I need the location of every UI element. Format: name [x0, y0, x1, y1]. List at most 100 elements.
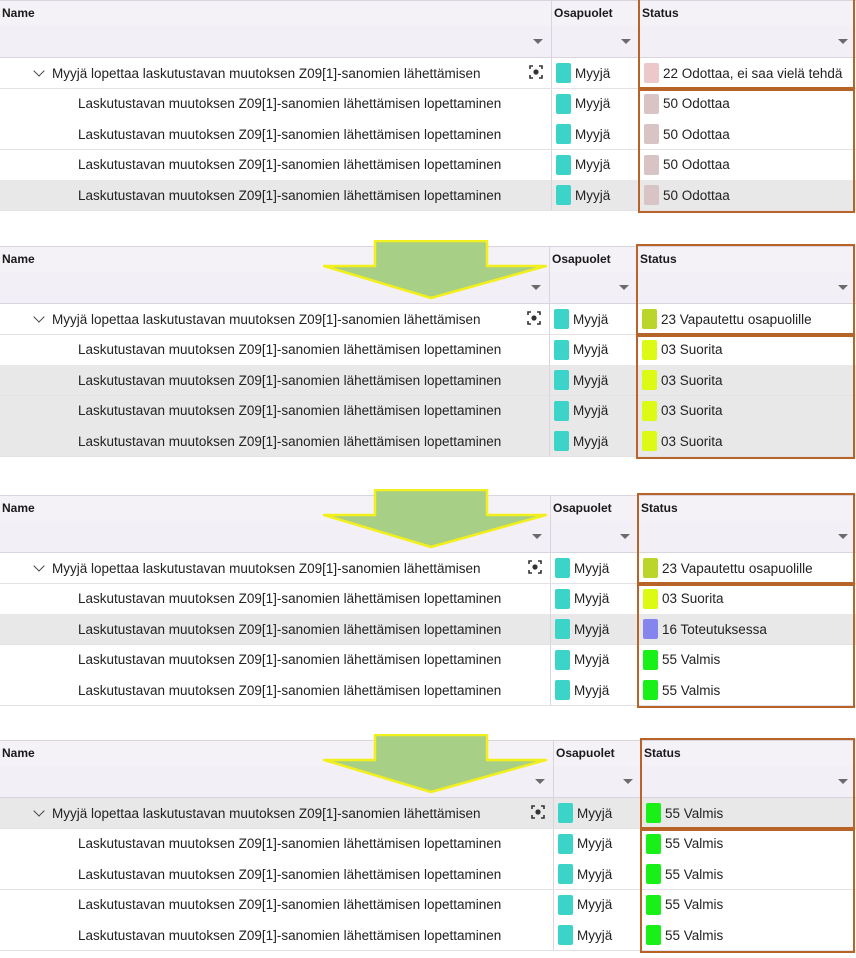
- cell-status: 03 Suorita: [637, 334, 856, 365]
- status-text: 55 Valmis: [665, 866, 724, 882]
- status-color-swatch: [643, 588, 658, 609]
- tree-child-row[interactable]: Laskutustavan muutoksen Z09[1]-sanomien …: [0, 334, 856, 366]
- party-color-swatch: [556, 93, 571, 114]
- cell-parties: Myyjä: [551, 88, 639, 119]
- status-text: 03 Suorita: [662, 591, 724, 606]
- party-color-swatch: [554, 400, 569, 421]
- cell-status: 50 Odottaa: [639, 180, 856, 210]
- chevron-down-icon[interactable]: [33, 64, 45, 77]
- chevron-down-icon[interactable]: [33, 804, 45, 817]
- filter-parties-dropdown[interactable]: [549, 272, 637, 303]
- status-color-swatch: [644, 124, 659, 144]
- tree-parent-row[interactable]: Myyjä lopettaa laskutustavan muutoksen Z…: [0, 553, 856, 584]
- column-header-parties[interactable]: Osapuolet: [550, 496, 638, 522]
- status-color-swatch: [644, 63, 659, 83]
- status-text: 55 Valmis: [665, 897, 724, 912]
- row-name-text: Myyjä lopettaa laskutustavan muutoksen Z…: [52, 311, 481, 327]
- focus-icon[interactable]: [531, 805, 545, 819]
- cell-parties: Myyjä: [551, 180, 639, 210]
- filter-name-dropdown[interactable]: [0, 26, 551, 57]
- cell-name: Laskutustavan muutoksen Z09[1]-sanomien …: [0, 150, 551, 180]
- status-color-swatch: [642, 400, 657, 421]
- party-text: Myyjä: [573, 311, 609, 327]
- row-name-text: Laskutustavan muutoksen Z09[1]-sanomien …: [78, 836, 502, 851]
- cell-parties: Myyjä: [553, 828, 641, 859]
- chevron-down-icon: [532, 534, 542, 539]
- column-header-name[interactable]: Name: [0, 741, 553, 767]
- status-color-swatch: [644, 154, 659, 175]
- column-header-status[interactable]: Status: [641, 741, 856, 767]
- row-name-text: Laskutustavan muutoksen Z09[1]-sanomien …: [78, 682, 502, 698]
- tree-child-row[interactable]: Laskutustavan muutoksen Z09[1]-sanomien …: [0, 395, 856, 427]
- status-color-swatch: [643, 619, 658, 639]
- party-text: Myyjä: [574, 591, 610, 606]
- grid-panel-3: Name Osapuolet Status Myyjä lopettaa laskut…: [0, 495, 856, 708]
- party-text: Myyjä: [577, 836, 613, 851]
- tree-child-row[interactable]: Laskutustavan muutoksen Z09[1]-sanomien …: [0, 119, 856, 150]
- column-header-status[interactable]: Status: [637, 247, 856, 273]
- chevron-down-icon[interactable]: [33, 559, 45, 572]
- column-header-parties[interactable]: Osapuolet: [549, 247, 637, 273]
- cell-name: Laskutustavan muutoksen Z09[1]-sanomien …: [0, 645, 550, 675]
- row-name-text: Laskutustavan muutoksen Z09[1]-sanomien …: [78, 897, 502, 912]
- status-color-swatch: [642, 431, 657, 451]
- filter-parties-dropdown[interactable]: [553, 766, 641, 797]
- tree-child-row[interactable]: Laskutustavan muutoksen Z09[1]-sanomien …: [0, 614, 856, 645]
- tree-child-row[interactable]: Laskutustavan muutoksen Z09[1]-sanomien …: [0, 828, 856, 860]
- tree-child-row[interactable]: Laskutustavan muutoksen Z09[1]-sanomien …: [0, 426, 856, 457]
- tree-parent-row[interactable]: Myyjä lopettaa laskutustavan muutoksen Z…: [0, 304, 856, 335]
- party-text: Myyjä: [577, 897, 613, 912]
- tree-child-row[interactable]: Laskutustavan muutoksen Z09[1]-sanomien …: [0, 644, 856, 676]
- row-name-text: Myyjä lopettaa laskutustavan muutoksen Z…: [52, 65, 481, 81]
- column-header-parties[interactable]: Osapuolet: [553, 741, 641, 767]
- tree-child-row[interactable]: Laskutustavan muutoksen Z09[1]-sanomien …: [0, 889, 856, 921]
- cell-name: Laskutustavan muutoksen Z09[1]-sanomien …: [0, 920, 553, 950]
- tree-child-row[interactable]: Laskutustavan muutoksen Z09[1]-sanomien …: [0, 675, 856, 706]
- tree-child-row[interactable]: Laskutustavan muutoksen Z09[1]-sanomien …: [0, 859, 856, 890]
- filter-status-dropdown[interactable]: [641, 766, 856, 797]
- tree-child-row[interactable]: Laskutustavan muutoksen Z09[1]-sanomien …: [0, 583, 856, 615]
- cell-name: Myyjä lopettaa laskutustavan muutoksen Z…: [0, 553, 550, 583]
- party-color-swatch: [556, 63, 571, 83]
- tree-child-row[interactable]: Laskutustavan muutoksen Z09[1]-sanomien …: [0, 365, 856, 396]
- chevron-down-icon: [838, 534, 848, 539]
- filter-name-dropdown[interactable]: [0, 272, 549, 303]
- cell-status: 16 Toteutuksessa: [638, 614, 856, 644]
- column-header-status[interactable]: Status: [638, 496, 856, 522]
- filter-status-dropdown[interactable]: [638, 521, 856, 552]
- tree-parent-row[interactable]: Myyjä lopettaa laskutustavan muutoksen Z…: [0, 798, 856, 829]
- filter-parties-dropdown[interactable]: [551, 26, 639, 57]
- filter-parties-dropdown[interactable]: [550, 521, 638, 552]
- filter-status-dropdown[interactable]: [639, 26, 856, 57]
- filter-name-dropdown[interactable]: [0, 766, 553, 797]
- chevron-down-icon: [531, 285, 541, 290]
- cell-status: 55 Valmis: [638, 644, 856, 675]
- filter-row: [0, 26, 856, 58]
- cell-status: 23 Vapautettu osapuolille: [638, 553, 856, 583]
- status-text: 55 Valmis: [665, 805, 724, 821]
- tree-child-row[interactable]: Laskutustavan muutoksen Z09[1]-sanomien …: [0, 180, 856, 211]
- column-header-status[interactable]: Status: [639, 1, 856, 27]
- cell-parties: Myyjä: [551, 58, 639, 88]
- filter-name-dropdown[interactable]: [0, 521, 550, 552]
- column-header-name[interactable]: Name: [0, 247, 549, 273]
- column-header-name[interactable]: Name: [0, 1, 551, 27]
- focus-icon[interactable]: [528, 560, 542, 574]
- chevron-down-icon[interactable]: [33, 310, 45, 323]
- cell-status: 03 Suorita: [638, 583, 856, 614]
- focus-icon[interactable]: [529, 65, 543, 79]
- cell-name: Laskutustavan muutoksen Z09[1]-sanomien …: [0, 365, 549, 395]
- tree-child-row[interactable]: Laskutustavan muutoksen Z09[1]-sanomien …: [0, 88, 856, 120]
- chevron-down-icon: [838, 39, 848, 44]
- column-header-parties[interactable]: Osapuolet: [551, 1, 639, 27]
- focus-icon[interactable]: [527, 311, 541, 325]
- tree-child-row[interactable]: Laskutustavan muutoksen Z09[1]-sanomien …: [0, 920, 856, 951]
- filter-status-dropdown[interactable]: [637, 272, 856, 303]
- tree-child-row[interactable]: Laskutustavan muutoksen Z09[1]-sanomien …: [0, 149, 856, 181]
- tree-parent-row[interactable]: Myyjä lopettaa laskutustavan muutoksen Z…: [0, 58, 856, 89]
- grid-panel-2: Name Osapuolet Status Myyjä lopettaa laskut…: [0, 246, 856, 459]
- cell-parties: Myyjä: [550, 583, 638, 614]
- status-text: 55 Valmis: [665, 836, 724, 851]
- column-header-name[interactable]: Name: [0, 496, 550, 522]
- status-color-swatch: [644, 185, 659, 205]
